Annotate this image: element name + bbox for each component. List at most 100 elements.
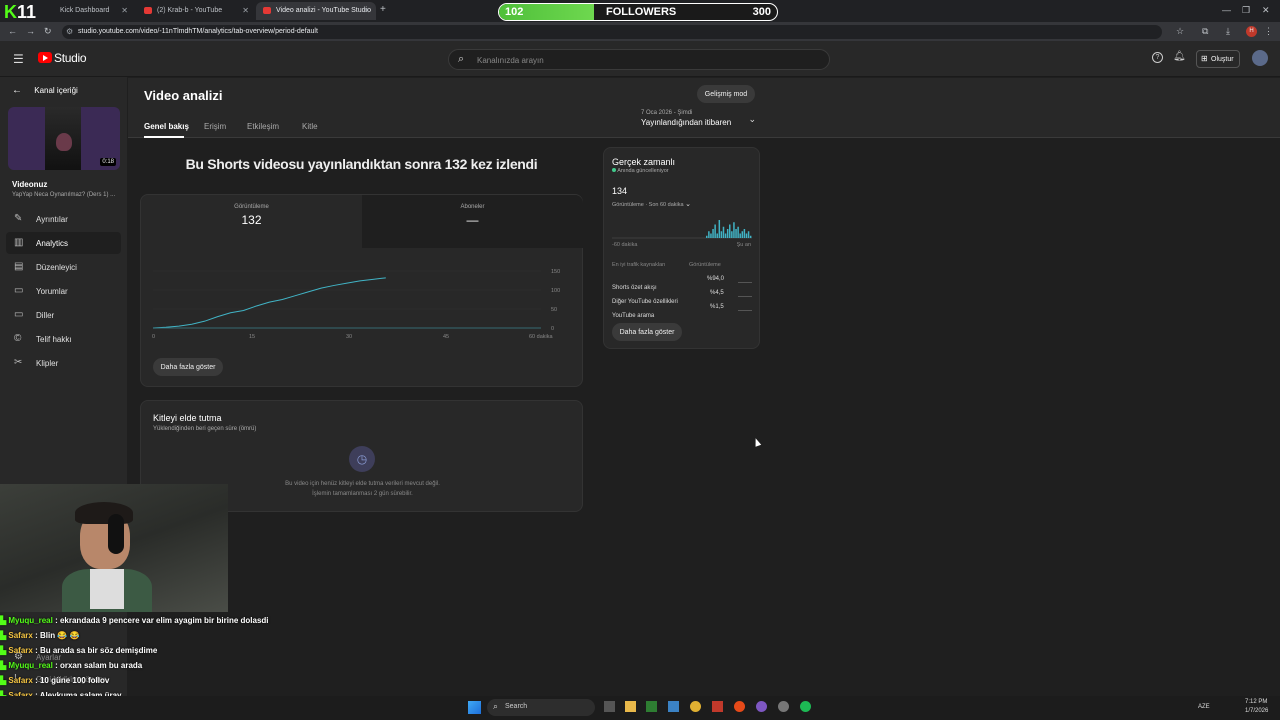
site-info-icon[interactable]: ⚙ <box>66 27 73 36</box>
task-view-icon[interactable] <box>604 701 615 712</box>
back-to-content-button[interactable]: ← Kanal içeriği <box>12 85 78 96</box>
y-tick-label: 50 <box>551 307 557 313</box>
app-icon[interactable] <box>712 701 723 712</box>
app-icon[interactable] <box>668 701 679 712</box>
browser-menu-icon[interactable]: ⋮ <box>1264 26 1273 37</box>
sidebar-item-analytics[interactable]: ▥ Analytics <box>6 232 121 254</box>
sidebar-item-copyright[interactable]: © Telif hakkı <box>6 328 121 350</box>
close-icon[interactable]: ✕ <box>121 6 128 15</box>
chat-badge-icon: ▙ <box>0 646 7 655</box>
sidebar-item-languages[interactable]: ▭ Diller <box>6 304 121 326</box>
traffic-source-row: YouTube arama %1,5 <box>612 304 752 319</box>
discord-icon[interactable] <box>756 701 767 712</box>
arrow-back-icon: ← <box>12 85 22 96</box>
y-tick-label: 100 <box>551 288 560 294</box>
advanced-mode-button[interactable]: Gelişmiş mod <box>697 85 755 103</box>
back-icon[interactable]: ← <box>8 26 17 36</box>
chevron-down-icon: ⌄ <box>748 114 756 124</box>
forward-icon[interactable]: → <box>26 26 35 36</box>
retention-subtitle: Yüklendiğinden beri geçen süre (ömrü) <box>153 426 257 432</box>
clock-time[interactable]: 7:12 PM <box>1245 699 1267 705</box>
browser-tab-youtube[interactable]: (2) Krab-b - YouTube ✕ <box>137 2 255 20</box>
bookmark-star-icon[interactable]: ☆ <box>1176 26 1184 37</box>
downloads-icon[interactable]: ⤓ <box>1226 26 1230 37</box>
youtube-favicon-icon <box>144 7 152 14</box>
realtime-bar <box>726 229 729 238</box>
views-line-chart: 150 100 50 0 0 15 30 45 60 dakika <box>152 269 560 340</box>
show-more-button[interactable]: Daha fazla göster <box>153 358 223 376</box>
help-icon[interactable]: ? <box>1152 52 1163 63</box>
sidebar-item-comments[interactable]: ▭ Yorumlar <box>6 280 121 302</box>
new-tab-button[interactable]: + <box>380 4 386 15</box>
video-thumbnail[interactable]: 0:18 <box>8 107 120 170</box>
reload-icon[interactable]: ↻ <box>44 26 52 37</box>
followers-label: FOLLOWERS <box>606 6 677 18</box>
youtube-logo-icon[interactable] <box>38 52 52 63</box>
traffic-source-row: Diğer YouTube özellikleri %4,5 <box>612 290 752 305</box>
browser-icon[interactable] <box>734 701 745 712</box>
sidebar-item-clips[interactable]: ✂ Klipler <box>6 352 121 374</box>
app-icon[interactable] <box>646 701 657 712</box>
headphones <box>108 514 124 554</box>
close-window-icon[interactable]: ✕ <box>1262 5 1270 16</box>
chrome-icon[interactable] <box>690 701 701 712</box>
chat-message: ▙ Myuqu_real : orxan salam bu arada <box>0 661 143 670</box>
analytics-icon: ▥ <box>14 237 24 248</box>
realtime-title: Gerçek zamanlı <box>612 157 676 167</box>
chat-message: ▙ Safarx : Bu arada sa bir söz demişdime <box>0 646 158 655</box>
language-indicator[interactable]: AZE <box>1198 704 1210 710</box>
realtime-bar <box>741 231 744 238</box>
subscribers-metric-tab[interactable]: Aboneler — <box>362 195 583 248</box>
views-metric-tab[interactable]: Görüntüleme 132 <box>141 195 362 248</box>
file-explorer-icon[interactable] <box>625 701 636 712</box>
views-headline: Bu Shorts videosu yayınlandıktan sonra 1… <box>185 156 538 172</box>
chat-message: ▙ Safarx : Blin 😂 😂 <box>0 631 80 640</box>
chat-message: ▙ Safarx : 10 güne 100 follov <box>0 676 110 685</box>
realtime-show-more-button[interactable]: Daha fazla göster <box>612 323 682 341</box>
notifications-bell-icon[interactable]: 🔔︎ <box>1173 51 1186 62</box>
sidebar-item-editor[interactable]: ▤ Düzenleyici <box>6 256 121 278</box>
x-tick-label: 0 <box>152 334 155 340</box>
realtime-bar <box>710 233 712 238</box>
close-icon[interactable]: ✕ <box>363 6 370 15</box>
create-video-icon: ⊞ <box>1201 54 1208 63</box>
x-tick-label: 15 <box>249 334 255 340</box>
realtime-bar <box>724 233 727 238</box>
tab-audience[interactable]: Kitle <box>302 122 318 131</box>
hamburger-menu-icon[interactable]: ☰ <box>13 52 24 66</box>
search-input[interactable]: ⌕ Kanalınızda arayın <box>448 49 830 70</box>
extensions-icon[interactable]: ⧉ <box>1202 26 1208 37</box>
obs-icon[interactable] <box>778 701 789 712</box>
taskbar-search[interactable]: ⌕ Search <box>487 699 595 716</box>
close-icon[interactable]: ✕ <box>242 6 249 15</box>
realtime-bar <box>749 235 752 238</box>
tab-overview[interactable]: Genel bakış <box>144 122 189 131</box>
clips-icon: ✂ <box>14 357 23 368</box>
studio-header: ☰ Studio ⌕ Kanalınızda arayın ? 🔔︎ ⊞ Olu… <box>0 41 1280 77</box>
clock-date[interactable]: 1/7/2026 <box>1245 708 1268 714</box>
channel-avatar[interactable] <box>1252 50 1268 66</box>
realtime-updating: Anında güncelleniyor <box>612 168 669 174</box>
spotify-icon[interactable] <box>800 701 811 712</box>
y-tick-label: 150 <box>551 269 560 275</box>
minimize-icon[interactable]: — <box>1222 5 1231 15</box>
realtime-bar <box>722 226 725 238</box>
chat-badge-icon: ▙ <box>0 661 7 670</box>
profile-avatar[interactable]: H <box>1246 26 1257 37</box>
date-range-selector[interactable]: 7 Oca 2026 - Şimdi Yayınlandığından itib… <box>641 110 756 132</box>
followers-current: 102 <box>505 6 524 18</box>
youtube-studio-favicon-icon <box>263 7 271 14</box>
tab-engagement[interactable]: Etkileşim <box>247 122 279 131</box>
realtime-bar <box>731 231 733 238</box>
subscribers-value: — <box>466 213 479 227</box>
browser-tab-studio[interactable]: Video analizi - YouTube Studio ✕ <box>256 2 376 20</box>
url-field[interactable]: ⚙ studio.youtube.com/video/-11nTlmdhTM/a… <box>62 25 1162 39</box>
sidebar-item-details[interactable]: ✎ Ayrıntılar <box>6 208 121 230</box>
tab-reach[interactable]: Erişim <box>204 122 226 131</box>
create-button[interactable]: ⊞ Oluştur <box>1196 50 1240 68</box>
realtime-period-dropdown[interactable]: Görüntüleme · Son 60 dakika ⌄ <box>612 200 691 208</box>
x-tick-label: 60 dakika <box>529 334 553 340</box>
windows-start-icon[interactable] <box>468 701 481 714</box>
maximize-icon[interactable]: ❐ <box>1242 5 1250 16</box>
realtime-views-value: 134 <box>612 186 628 196</box>
